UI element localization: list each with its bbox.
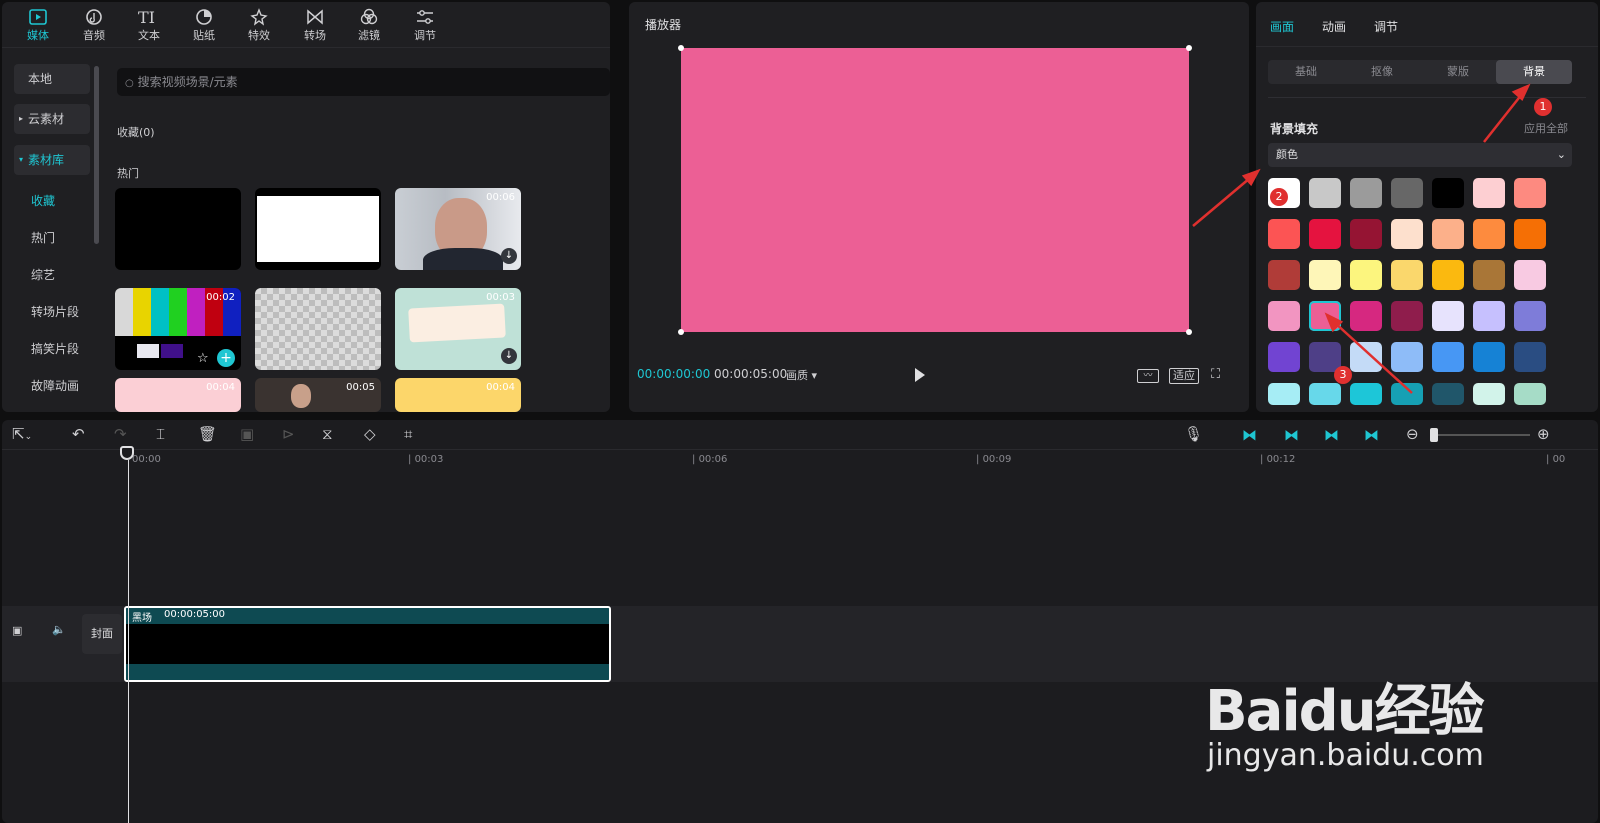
cover-button[interactable]: 封面 [82, 614, 122, 654]
annotation-badge-1: 1 [1534, 98, 1552, 116]
clip-header: 黑场 00:00:05:00 [126, 608, 609, 624]
mirror-icon[interactable]: ⧖ [322, 425, 333, 443]
ruler-tick-label: 00 [1552, 454, 1566, 465]
snap-icon[interactable]: ⧓ [1242, 426, 1257, 444]
rotate-icon[interactable]: ◇ [364, 425, 376, 443]
timeline-clip[interactable]: 黑场 00:00:05:00 [124, 606, 611, 682]
ruler-tick: | 00 [1546, 454, 1566, 465]
zoom-slider[interactable] [1430, 434, 1530, 436]
delete-icon[interactable]: 🗑 [198, 425, 217, 443]
microphone-icon[interactable]: 🎙 [1184, 425, 1203, 443]
clip-duration: 00:00:05:00 [164, 609, 226, 620]
ruler-tick: | 00:03 [408, 454, 444, 465]
select-tool-icon[interactable]: ⇱⌄ [12, 425, 32, 443]
linkage-icon[interactable]: ⧓ [1284, 426, 1299, 444]
annotation-badge-3: 3 [1334, 366, 1352, 384]
playhead-handle[interactable] [120, 446, 134, 460]
annotation-badge-2: 2 [1270, 188, 1288, 206]
main-track-icon[interactable]: ⧓ [1364, 426, 1379, 444]
redo-icon[interactable]: ↷ [114, 425, 127, 443]
split-icon[interactable]: ⌶ [156, 425, 165, 443]
zoom-in-icon[interactable]: ⊕ [1537, 425, 1550, 443]
timeline-toolbar: ⇱⌄ ↶ ↷ ⌶ 🗑 ▣ ⊳ ⧖ ◇ ⌗ 🎙 ⧓ ⧓ ⧓ ⧓ ⊖ ⊕ [2, 420, 1598, 450]
watermark: Baidu经验 jingyan.baidu.com [1205, 640, 1505, 773]
ruler-tick-label: 00:06 [698, 454, 728, 465]
ruler-tick: 00:00 [132, 454, 161, 465]
preview-axis-icon[interactable]: ⧓ [1324, 426, 1339, 444]
clip-footer [126, 664, 609, 680]
watermark-brand: Baidu经验 [1205, 679, 1485, 744]
ruler-tick: | 00:09 [976, 454, 1012, 465]
ruler-tick: | 00:06 [692, 454, 728, 465]
track-video-icon[interactable]: ▣ [12, 624, 22, 637]
crop-icon[interactable]: ⌗ [404, 425, 412, 443]
playhead[interactable] [128, 460, 129, 823]
ruler-tick-label: 00:12 [1266, 454, 1296, 465]
clip-name: 黑场 [132, 613, 152, 624]
zoom-out-icon[interactable]: ⊖ [1406, 425, 1419, 443]
watermark-url: jingyan.baidu.com [1207, 738, 1484, 773]
ruler-tick: | 00:12 [1260, 454, 1296, 465]
ruler-tick-label: 00:03 [414, 454, 444, 465]
reverse-icon[interactable]: ⊳ [282, 425, 295, 443]
undo-icon[interactable]: ↶ [72, 425, 85, 443]
zoom-slider-handle[interactable] [1430, 428, 1438, 442]
freeze-icon[interactable]: ▣ [240, 425, 254, 443]
ruler-tick-label: 00:09 [982, 454, 1012, 465]
track-audio-icon[interactable]: 🔈 [52, 623, 66, 636]
